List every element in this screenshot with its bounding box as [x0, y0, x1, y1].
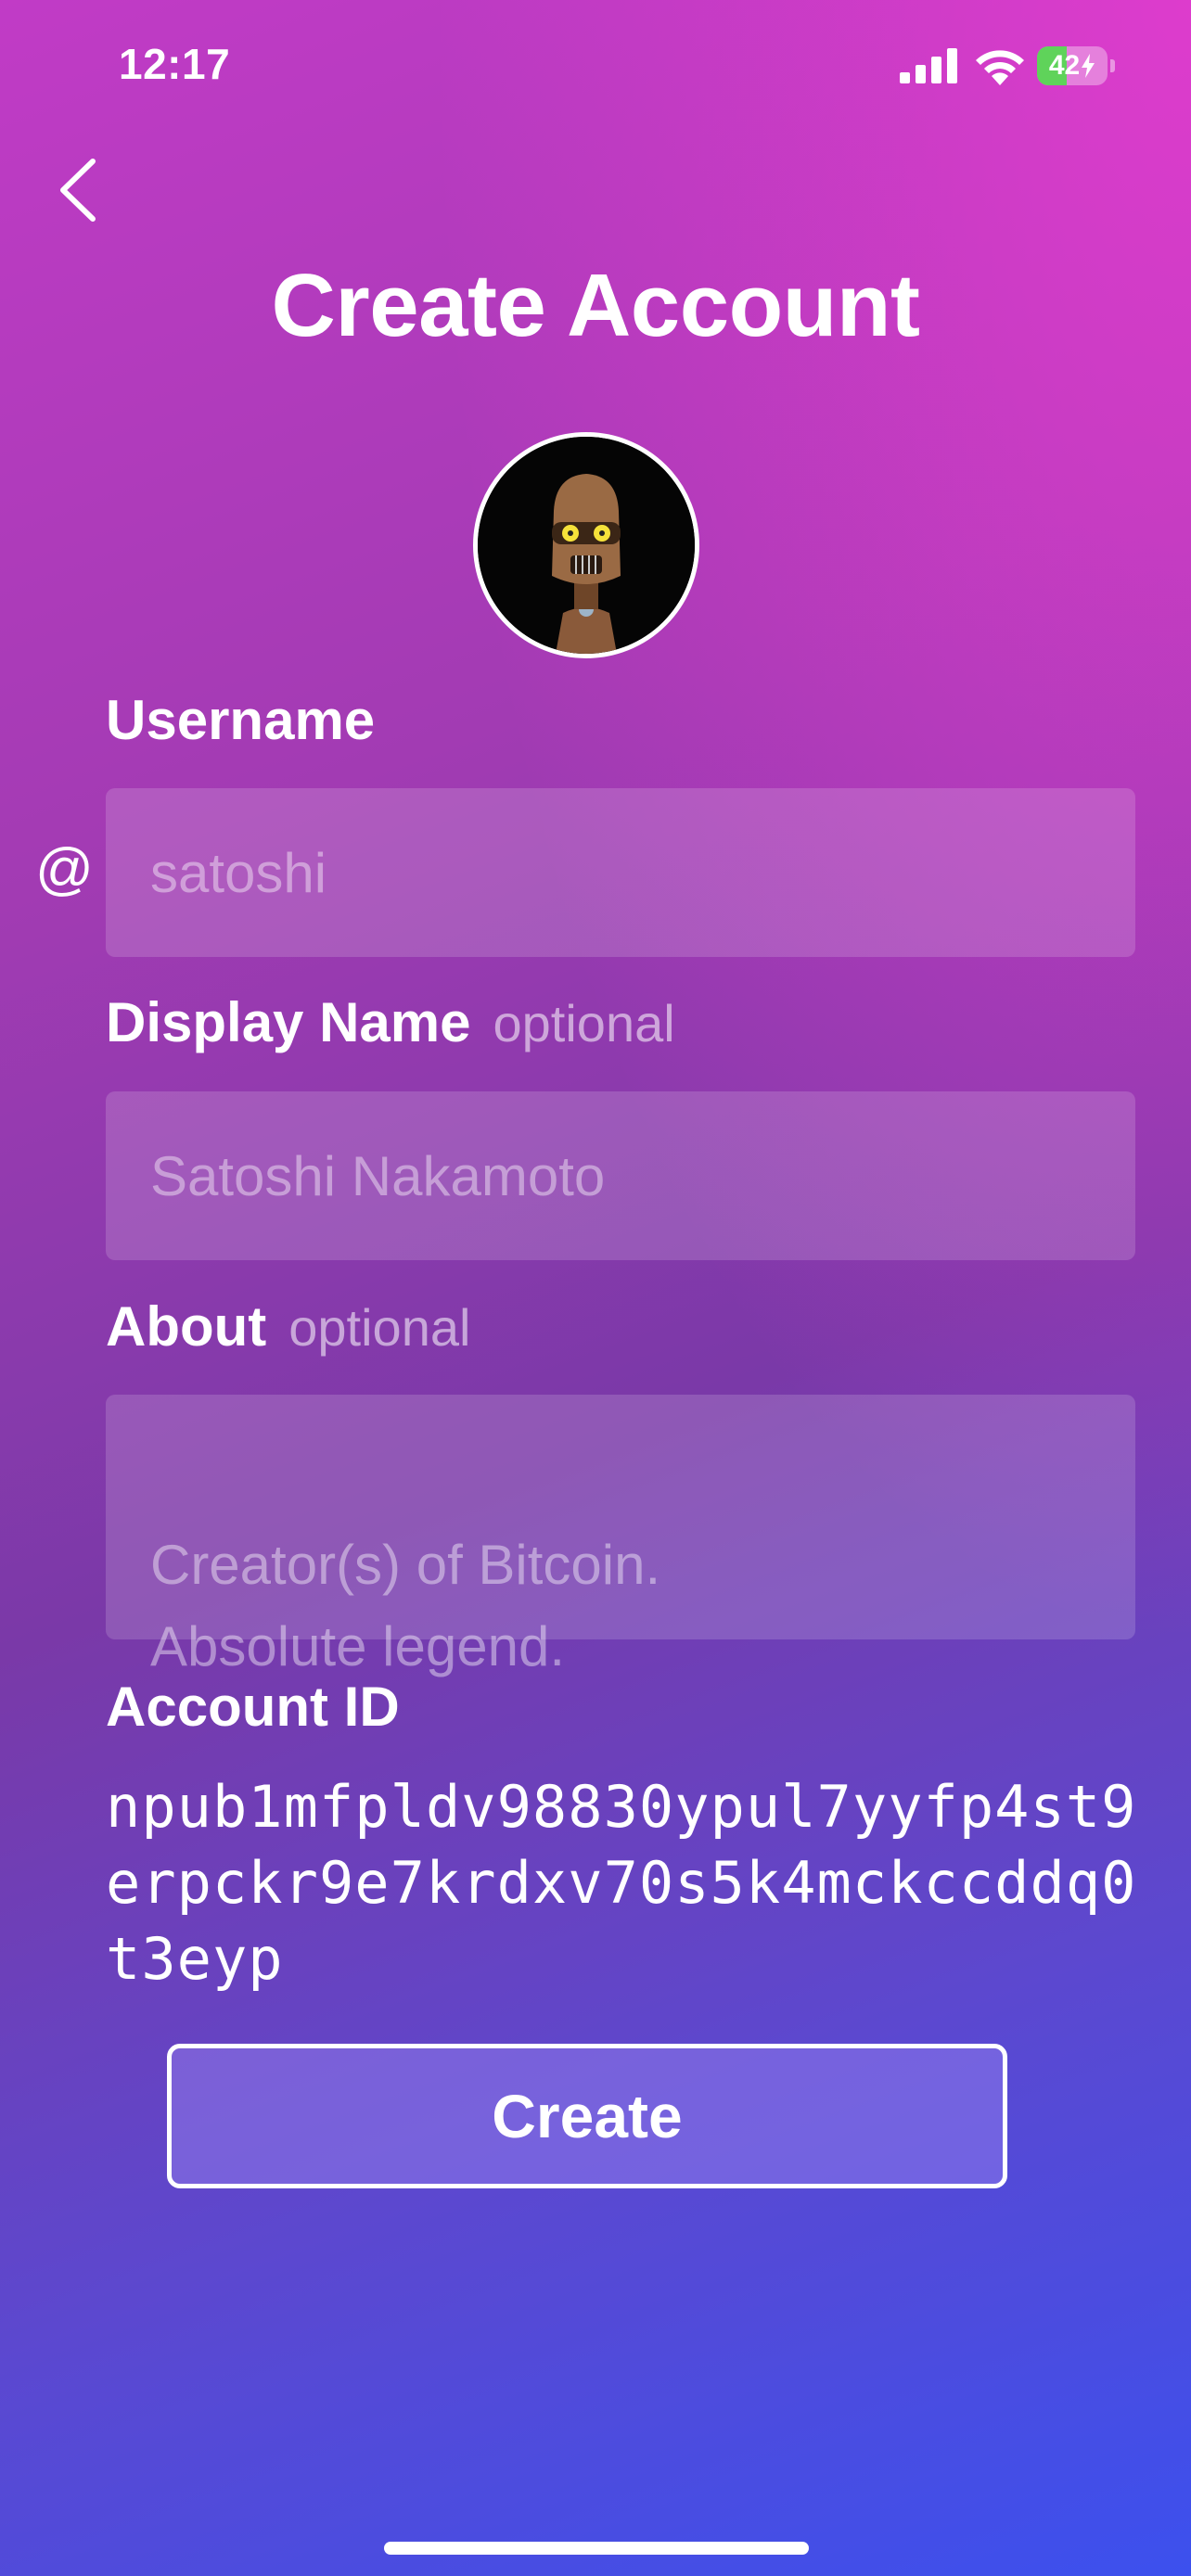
chevron-left-icon — [60, 159, 96, 222]
avatar[interactable] — [473, 432, 699, 658]
battery-body: 42 — [1037, 46, 1108, 85]
account-id-label: Account ID — [106, 1675, 400, 1739]
status-bar: 12:17 42 — [0, 0, 1191, 130]
create-button[interactable]: Create — [167, 2044, 1007, 2188]
background-glow — [0, 0, 1191, 2576]
about-textarea[interactable]: Creator(s) of Bitcoin. Absolute legend. — [106, 1395, 1135, 1677]
robot-avatar-icon — [478, 437, 695, 654]
display-name-input[interactable]: Satoshi Nakamoto — [106, 1091, 1135, 1260]
username-input[interactable]: satoshi — [106, 788, 1135, 957]
display-name-optional-tag: optional — [493, 994, 675, 1052]
home-indicator[interactable] — [384, 2542, 809, 2555]
about-label: About optional — [106, 1294, 470, 1358]
display-name-label: Display Name optional — [106, 990, 675, 1054]
page-title: Create Account — [271, 256, 920, 355]
charging-bolt-icon — [1082, 54, 1095, 78]
username-placeholder: satoshi — [150, 841, 327, 904]
battery-percent: 42 — [1037, 46, 1108, 85]
about-label-text: About — [106, 1295, 267, 1358]
account-id-value: npub1mfpldv98830ypul7yyfp4st9erpckr9e7kr… — [106, 1773, 1137, 1993]
wifi-icon — [976, 50, 1024, 85]
status-time: 12:17 — [119, 40, 231, 88]
battery-icon: 42 — [1037, 46, 1115, 85]
username-label-text: Username — [106, 689, 376, 751]
battery-cap — [1110, 59, 1115, 72]
about-placeholder: Creator(s) of Bitcoin. Absolute legend. — [150, 1534, 661, 1677]
back-button[interactable] — [46, 148, 111, 232]
username-label: Username — [106, 688, 375, 752]
username-prefix: @ — [35, 837, 94, 901]
account-id-label-text: Account ID — [106, 1676, 400, 1738]
about-optional-tag: optional — [288, 1298, 471, 1357]
display-name-label-text: Display Name — [106, 991, 471, 1053]
signal-icon — [900, 48, 957, 83]
display-name-placeholder: Satoshi Nakamoto — [150, 1144, 606, 1207]
